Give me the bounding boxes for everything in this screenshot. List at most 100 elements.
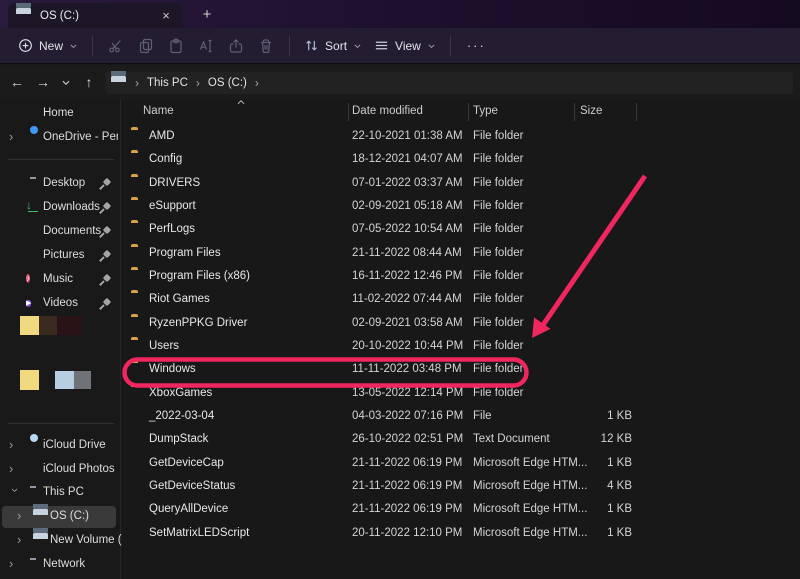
file-size: 1 KB: [552, 527, 632, 539]
file-name[interactable]: Config: [149, 153, 182, 165]
chevron-right-icon[interactable]: ›: [9, 438, 13, 452]
chevron-right-icon[interactable]: ›: [9, 130, 13, 144]
file-date-modified: 20-10-2022 10:44 PM: [352, 340, 463, 352]
file-row-xboxgames[interactable]: XboxGames 13-05-2022 12:14 PM File folde…: [122, 382, 800, 405]
file-name[interactable]: DumpStack: [149, 433, 208, 445]
file-row-config[interactable]: Config 18-12-2021 04:07 AM File folder: [122, 148, 800, 171]
sidebar-item-this-pc[interactable]: › This PC: [0, 482, 120, 504]
file-row-windows[interactable]: Windows 11-11-2022 03:48 PM File folder: [122, 358, 800, 381]
sidebar-item-desktop[interactable]: Desktop: [0, 173, 120, 195]
sidebar-item-label: iCloud Drive: [43, 439, 106, 451]
back-button[interactable]: ←: [4, 74, 30, 90]
view-button[interactable]: View: [368, 32, 442, 60]
tab-close-icon[interactable]: ×: [157, 8, 175, 23]
share-button[interactable]: [221, 32, 251, 60]
chevron-down-icon[interactable]: ›: [8, 488, 22, 492]
sidebar-item-network[interactable]: › Network: [0, 554, 120, 576]
file-name[interactable]: XboxGames: [149, 387, 212, 399]
column-header-size[interactable]: Size: [580, 105, 602, 117]
file-name[interactable]: GetDeviceCap: [149, 457, 224, 469]
file-name[interactable]: SetMatrixLEDScript: [149, 527, 249, 539]
file-row-getdevicestatus[interactable]: GetDeviceStatus 21-11-2022 06:19 PM Micr…: [122, 475, 800, 498]
file-row-riot-games[interactable]: Riot Games 11-02-2022 07:44 AM File fold…: [122, 288, 800, 311]
rename-button[interactable]: [191, 32, 221, 60]
file-row-perflogs[interactable]: PerfLogs 07-05-2022 10:54 AM File folder: [122, 218, 800, 241]
file-size: 1 KB: [552, 503, 632, 515]
file-name[interactable]: Riot Games: [149, 293, 210, 305]
paste-button[interactable]: [161, 32, 191, 60]
column-divider[interactable]: [574, 103, 575, 121]
file-name[interactable]: GetDeviceStatus: [149, 480, 235, 492]
file-row-users[interactable]: Users 20-10-2022 10:44 PM File folder: [122, 335, 800, 358]
file-row-ryzenppkg-driver[interactable]: RyzenPPKG Driver 02-09-2021 03:58 AM Fil…: [122, 312, 800, 335]
file-row-queryalldevice[interactable]: QueryAllDevice 21-11-2022 06:19 PM Micro…: [122, 498, 800, 521]
file-row-2022-03-04[interactable]: _2022-03-04 04-03-2022 07:16 PM File 1 K…: [122, 405, 800, 428]
column-divider[interactable]: [636, 103, 637, 121]
file-list-pane: Name Date modified Type Size AMD 22-10-2…: [122, 99, 800, 579]
sidebar-item-music[interactable]: ♪ Music: [0, 269, 120, 291]
sidebar-item-icloud-photos[interactable]: › iCloud Photos: [0, 459, 120, 481]
breadcrumb-os-c[interactable]: OS (C:): [208, 77, 247, 89]
sidebar-item-os-c[interactable]: › OS (C:): [0, 506, 120, 528]
file-name[interactable]: PerfLogs: [149, 223, 195, 235]
pin-icon: [100, 227, 111, 238]
new-button[interactable]: New: [12, 32, 84, 60]
file-row-program-files[interactable]: Program Files 21-11-2022 08:44 AM File f…: [122, 242, 800, 265]
sidebar-item-new-volume-d[interactable]: › New Volume (D:): [0, 530, 120, 552]
file-name[interactable]: RyzenPPKG Driver: [149, 317, 247, 329]
new-tab-button[interactable]: +: [196, 4, 218, 26]
folder-icon: [131, 176, 147, 192]
file-name[interactable]: _2022-03-04: [149, 410, 214, 422]
column-divider[interactable]: [348, 103, 349, 121]
chevron-right-icon[interactable]: ›: [17, 509, 21, 523]
recent-locations-button[interactable]: [56, 79, 76, 86]
file-name[interactable]: Windows: [149, 363, 196, 375]
chevron-right-icon[interactable]: ›: [9, 462, 13, 476]
sidebar-item-documents[interactable]: Documents: [0, 221, 120, 243]
delete-button[interactable]: [251, 32, 281, 60]
breadcrumb[interactable]: › This PC › OS (C:) ›: [105, 72, 793, 94]
file-date-modified: 20-11-2022 12:10 PM: [352, 527, 462, 539]
column-divider[interactable]: [468, 103, 469, 121]
column-header-name[interactable]: Name: [143, 105, 174, 117]
up-button[interactable]: ↑: [76, 74, 102, 90]
file-type: File: [473, 410, 492, 422]
sidebar-item-downloads[interactable]: ↓ Downloads: [0, 197, 120, 219]
chevron-right-icon[interactable]: ›: [17, 533, 21, 547]
sidebar-item-pictures[interactable]: Pictures: [0, 245, 120, 267]
breadcrumb-this-pc[interactable]: This PC: [147, 77, 188, 89]
file-name[interactable]: DRIVERS: [149, 177, 200, 189]
file-name[interactable]: AMD: [149, 130, 175, 142]
toolbar-separator: [92, 36, 93, 56]
sidebar-item-icloud-drive[interactable]: › iCloud Drive: [0, 435, 120, 457]
file-row-setmatrixledscript[interactable]: SetMatrixLEDScript 20-11-2022 12:10 PM M…: [122, 522, 800, 545]
file-row-amd[interactable]: AMD 22-10-2021 01:38 AM File folder: [122, 125, 800, 148]
file-row-drivers[interactable]: DRIVERS 07-01-2022 03:37 AM File folder: [122, 172, 800, 195]
see-more-button[interactable]: ···: [459, 32, 494, 60]
file-date-modified: 21-11-2022 08:44 AM: [352, 247, 462, 259]
sidebar-item-home[interactable]: Home: [0, 103, 120, 125]
file-name[interactable]: Users: [149, 340, 179, 352]
sidebar-item-videos[interactable]: ▶ Videos: [0, 293, 120, 315]
chevron-down-icon: [61, 79, 71, 86]
cut-button[interactable]: [101, 32, 131, 60]
column-header-type[interactable]: Type: [473, 105, 498, 117]
tab-os-c[interactable]: OS (C:) ×: [8, 3, 183, 28]
copy-button[interactable]: [131, 32, 161, 60]
file-name[interactable]: Program Files: [149, 247, 221, 259]
file-name[interactable]: QueryAllDevice: [149, 503, 228, 515]
file-row-dumpstack[interactable]: DumpStack 26-10-2022 02:51 PM Text Docum…: [122, 428, 800, 451]
sidebar-item-onedrive-persona[interactable]: › OneDrive - Persona: [0, 127, 120, 149]
drive-icon: [33, 509, 49, 525]
chevron-right-icon[interactable]: ›: [9, 557, 13, 571]
forward-button[interactable]: →: [30, 74, 56, 90]
sort-button[interactable]: Sort: [298, 32, 368, 60]
network-icon: [26, 557, 42, 573]
file-name[interactable]: eSupport: [149, 200, 196, 212]
file-row-esupport[interactable]: eSupport 02-09-2021 05:18 AM File folder: [122, 195, 800, 218]
file-name[interactable]: Program Files (x86): [149, 270, 250, 282]
column-header-date[interactable]: Date modified: [352, 105, 423, 117]
file-row-getdevicecap[interactable]: GetDeviceCap 21-11-2022 06:19 PM Microso…: [122, 452, 800, 475]
tab-title: OS (C:): [40, 10, 157, 22]
file-row-program-files-x86[interactable]: Program Files (x86) 16-11-2022 12:46 PM …: [122, 265, 800, 288]
